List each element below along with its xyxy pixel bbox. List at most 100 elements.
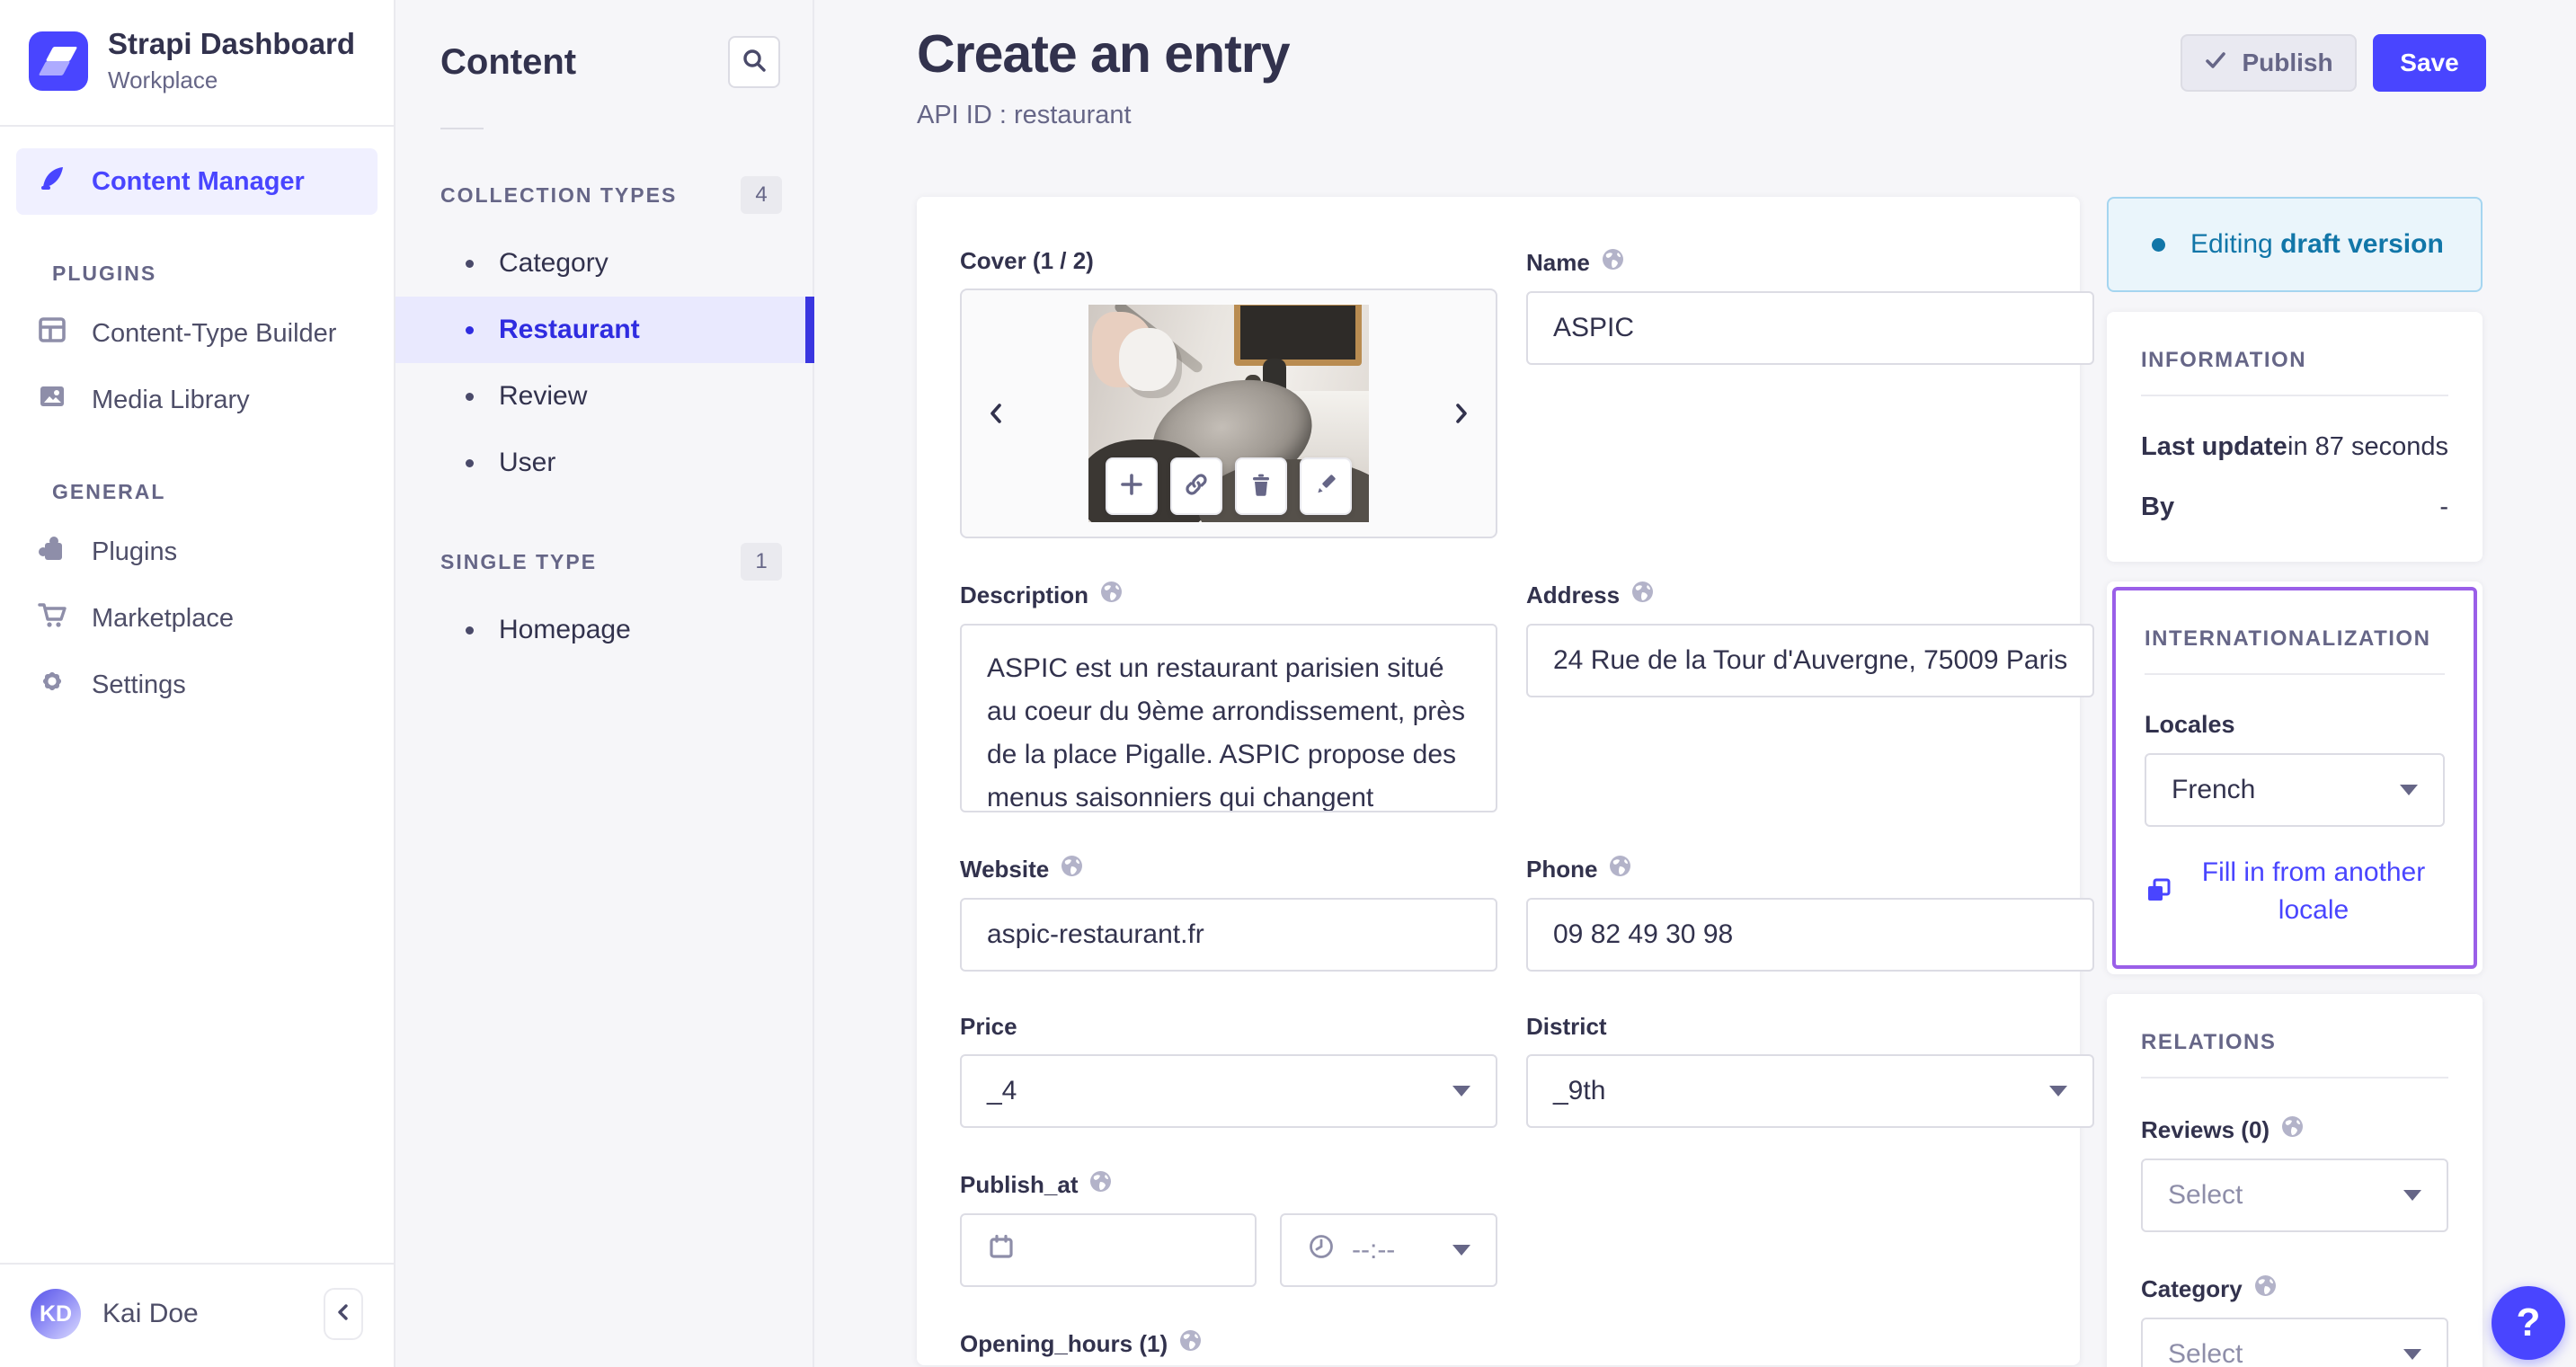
sidebar-item-label: Media Library: [92, 385, 250, 414]
divider: [2141, 395, 2448, 396]
publish-time-select[interactable]: --:--: [1280, 1213, 1497, 1287]
collection-type-label: Restaurant: [499, 315, 640, 344]
avatar[interactable]: KD: [31, 1289, 81, 1339]
draft-status-prefix: Editing: [2190, 229, 2273, 259]
name-field: Name ASPIC: [1526, 247, 2095, 538]
publish-at-label: Publish_at: [960, 1170, 1079, 1198]
chevron-down-icon: [2400, 785, 2418, 795]
category-placeholder: Select: [2168, 1339, 2243, 1367]
collection-type-restaurant[interactable]: Restaurant: [395, 297, 814, 363]
globe-icon: [1060, 854, 1084, 884]
delete-asset-button[interactable]: [1235, 457, 1287, 515]
district-select[interactable]: _9th: [1526, 1054, 2095, 1128]
edit-asset-button[interactable]: [1300, 457, 1352, 515]
sidebar-section-plugins: PLUGINS: [52, 262, 157, 285]
spacer-cell: [1526, 1169, 2094, 1287]
locales-select[interactable]: French: [2145, 753, 2445, 827]
website-label: Website: [960, 855, 1050, 883]
opening-hours-label: Opening_hours (1): [960, 1329, 1168, 1357]
bullet-icon: [466, 626, 474, 635]
district-value: _9th: [1553, 1076, 1606, 1105]
plus-icon: [1119, 472, 1144, 502]
save-label: Save: [2400, 49, 2459, 76]
sidebar-item-media-library[interactable]: Media Library: [16, 367, 378, 433]
carousel-next-button[interactable]: [1429, 290, 1492, 537]
help-button[interactable]: ?: [2492, 1286, 2565, 1360]
phone-input[interactable]: 09 82 49 30 98: [1526, 898, 2095, 972]
description-input[interactable]: ASPIC est un restaurant parisien situé a…: [960, 624, 1497, 812]
globe-icon: [1630, 580, 1655, 610]
bullet-icon: [466, 392, 474, 401]
save-button[interactable]: Save: [2373, 34, 2486, 92]
reviews-placeholder: Select: [2168, 1180, 2243, 1210]
by-value: -: [2439, 493, 2448, 521]
search-button[interactable]: [728, 36, 780, 88]
app-sidebar: Strapi Dashboard Workplace Content Manag…: [0, 0, 395, 1367]
price-value: _4: [987, 1076, 1017, 1105]
feather-pen-icon: [36, 162, 68, 201]
sidebar-section-general: GENERAL: [52, 480, 166, 503]
address-field: Address 24 Rue de la Tour d'Auvergne, 75…: [1526, 580, 2095, 812]
sidebar-item-plugins[interactable]: Plugins: [16, 519, 378, 585]
collection-type-category[interactable]: Category: [395, 230, 813, 297]
address-label: Address: [1526, 581, 1621, 608]
sidebar-item-settings[interactable]: Settings: [16, 652, 378, 718]
collection-type-review[interactable]: Review: [395, 363, 813, 430]
clock-icon: [1307, 1232, 1336, 1268]
single-type-label: Homepage: [499, 615, 631, 644]
single-type-homepage[interactable]: Homepage: [395, 597, 813, 663]
collapse-sidebar-button[interactable]: [324, 1288, 363, 1340]
sidebar-item-label: Plugins: [92, 537, 178, 566]
internationalization-header: INTERNATIONALIZATION: [2145, 626, 2431, 651]
calendar-icon: [987, 1232, 1016, 1268]
globe-icon: [1099, 580, 1124, 610]
fill-from-locale-link[interactable]: Fill in from another locale: [2145, 854, 2445, 929]
workspace-header[interactable]: Strapi Dashboard Workplace: [0, 0, 394, 125]
pencil-icon: [1313, 472, 1338, 502]
chevron-down-icon: [1452, 1086, 1470, 1096]
address-input[interactable]: 24 Rue de la Tour d'Auvergne, 75009 Pari…: [1526, 624, 2095, 697]
collection-types-count-badge: 4: [741, 176, 782, 214]
bullet-icon: [466, 259, 474, 268]
sidebar-item-content-type-builder[interactable]: Content-Type Builder: [16, 300, 378, 367]
reviews-label: Reviews (0): [2141, 1115, 2270, 1143]
selected-indicator: [805, 297, 814, 363]
publish-date-input[interactable]: [960, 1213, 1257, 1287]
globe-icon: [1178, 1328, 1203, 1359]
content-nav-panel: Content COLLECTION TYPES 4 Category Rest…: [395, 0, 814, 1367]
draft-status-bold: draft version: [2280, 229, 2444, 259]
single-type-header: SINGLE TYPE: [440, 549, 598, 573]
price-label: Price: [960, 1013, 1017, 1040]
check-icon: [2204, 49, 2227, 78]
cover-label: Cover (1 / 2): [960, 247, 1094, 274]
image-icon: [36, 380, 68, 420]
sidebar-item-label: Content Manager: [92, 166, 305, 196]
trash-icon: [1248, 472, 1274, 502]
puzzle-icon: [36, 532, 68, 572]
divider: [2141, 1077, 2448, 1079]
single-type-count-badge: 1: [741, 543, 782, 581]
publish-button[interactable]: Publish: [2181, 34, 2357, 92]
copy-link-button[interactable]: [1170, 457, 1222, 515]
name-input[interactable]: ASPIC: [1526, 291, 2095, 365]
collection-types-header: COLLECTION TYPES: [440, 182, 678, 207]
time-value: --:--: [1352, 1235, 1396, 1265]
category-select[interactable]: Select: [2141, 1318, 2448, 1367]
globe-icon: [2280, 1114, 2305, 1145]
price-select[interactable]: _4: [960, 1054, 1497, 1128]
globe-icon: [1088, 1169, 1113, 1200]
sidebar-item-content-manager[interactable]: Content Manager: [16, 148, 378, 215]
collection-type-user[interactable]: User: [395, 430, 813, 496]
relations-card: RELATIONS Reviews (0) Select Category Se…: [2107, 994, 2483, 1367]
main-content: Create an entry API ID : restaurant Publ…: [814, 0, 2576, 1367]
link-icon: [1184, 472, 1209, 502]
strapi-logo-icon: [29, 31, 88, 91]
phone-field: Phone 09 82 49 30 98: [1526, 854, 2095, 972]
sidebar-item-marketplace[interactable]: Marketplace: [16, 585, 378, 652]
add-asset-button[interactable]: [1106, 457, 1158, 515]
reviews-select[interactable]: Select: [2141, 1158, 2448, 1232]
website-input[interactable]: aspic-restaurant.fr: [960, 898, 1497, 972]
chevron-down-icon: [2403, 1190, 2421, 1201]
information-header: INFORMATION: [2141, 348, 2307, 372]
carousel-prev-button[interactable]: [965, 290, 1028, 537]
